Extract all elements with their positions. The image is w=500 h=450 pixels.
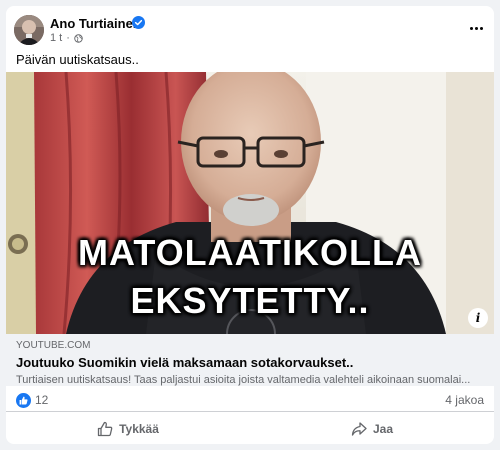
post-header: Ano Turtiainen 1 t · — [6, 6, 494, 46]
thumbnail-caption-line-2: EKSYTETTY.. — [130, 280, 370, 321]
post-actions: Tykkää Jaa — [6, 414, 494, 444]
link-title[interactable]: Joutuuko Suomikin vielä maksamaan sotako… — [16, 355, 484, 370]
share-count[interactable]: 4 jakoa — [445, 393, 484, 407]
author-avatar[interactable] — [14, 15, 44, 45]
share-arrow-icon — [351, 422, 367, 436]
post-meta: 1 t · — [50, 32, 83, 44]
verified-icon — [132, 16, 145, 29]
video-thumbnail[interactable]: MATOLAATIKOLLA EKSYTETTY.. i — [6, 72, 494, 334]
like-button[interactable]: Tykkää — [6, 414, 250, 444]
reaction-count: 12 — [35, 393, 49, 407]
link-description: Turtiaisen uutiskatsaus! Taas paljastui … — [16, 374, 471, 386]
more-options-icon[interactable] — [466, 20, 486, 36]
like-reaction-icon — [16, 392, 31, 408]
share-button[interactable]: Jaa — [250, 414, 494, 444]
post-card: Ano Turtiainen 1 t · Päivän uutiskatsaus… — [6, 6, 494, 444]
post-text: Päivän uutiskatsaus.. — [16, 52, 139, 67]
share-label: Jaa — [372, 422, 394, 436]
thumbs-up-icon — [97, 421, 113, 437]
reactions-summary[interactable]: 12 — [16, 392, 49, 408]
engagement-stats: 12 4 jakoa — [6, 386, 494, 412]
thumbnail-caption-line-1: MATOLAATIKOLLA — [78, 232, 422, 273]
avatar-image — [14, 15, 44, 45]
post-time[interactable]: 1 t — [50, 32, 62, 44]
like-label: Tykkää — [119, 422, 159, 436]
link-domain: YOUTUBE.COM — [16, 340, 91, 351]
link-preview[interactable]: YOUTUBE.COM Joutuuko Suomikin vielä maks… — [6, 334, 494, 386]
author-name[interactable]: Ano Turtiainen — [50, 16, 141, 31]
info-icon[interactable]: i — [468, 308, 488, 328]
meta-separator: · — [66, 32, 70, 44]
globe-icon — [74, 33, 83, 43]
